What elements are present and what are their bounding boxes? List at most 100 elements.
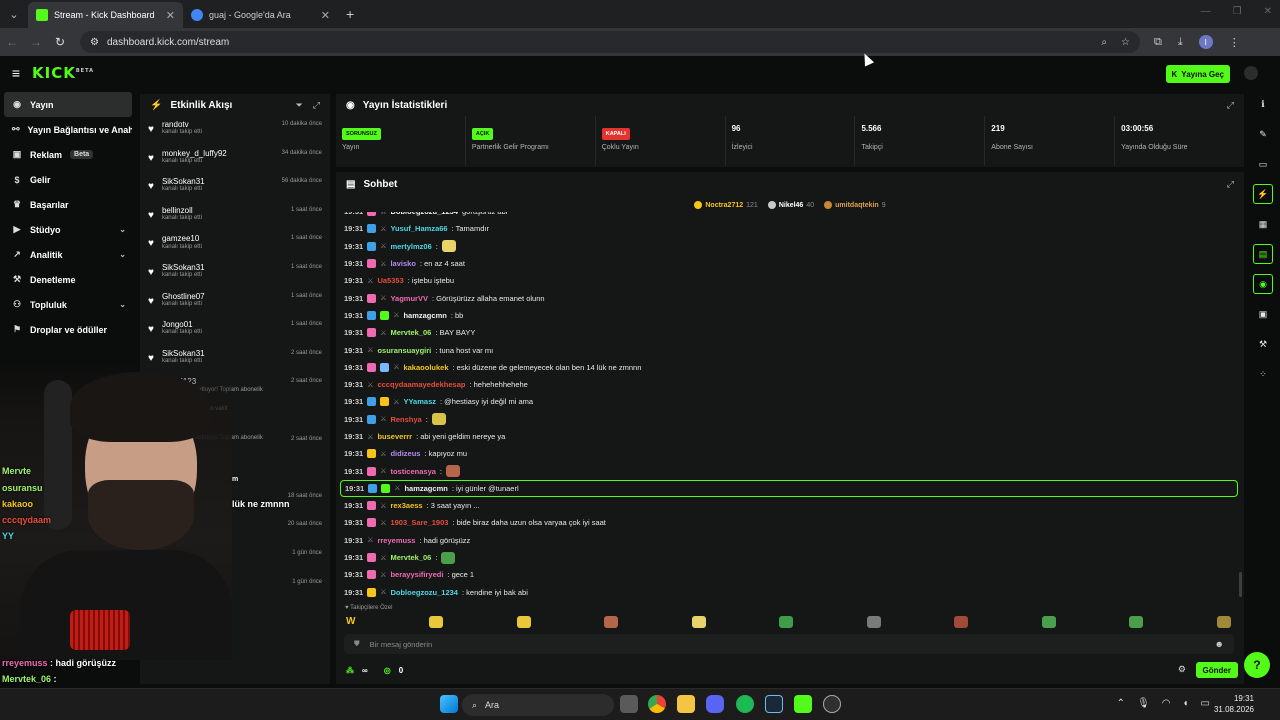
taskbar-search[interactable]: ⌕ Ara xyxy=(462,694,614,716)
go-live-button[interactable]: K Yayına Geç xyxy=(1165,65,1230,83)
mic-icon[interactable]: 🎙︎ xyxy=(1137,698,1150,709)
volume-icon[interactable]: ◖ xyxy=(1183,698,1189,709)
spotify-icon[interactable] xyxy=(736,695,754,713)
close-tab-icon[interactable]: ✕ xyxy=(166,9,175,22)
sidebar-item[interactable]: ◉ Yayın xyxy=(4,92,132,117)
close-window-icon[interactable]: ✕ xyxy=(1264,6,1272,17)
download-icon[interactable]: ⤓ xyxy=(1178,36,1183,49)
chat-username[interactable]: hamzagcmn xyxy=(404,484,447,493)
chat-username[interactable]: berayysifiryedi xyxy=(390,570,443,579)
chat-username[interactable]: osuransuaygiri xyxy=(377,346,431,355)
emote-icon[interactable] xyxy=(866,616,881,628)
menu-dots-icon[interactable]: ⋮ xyxy=(1229,36,1240,49)
maximize-icon[interactable]: ❐ xyxy=(1233,6,1242,17)
coin-icon[interactable]: ◎ xyxy=(384,666,391,675)
emote-icon[interactable] xyxy=(516,616,531,628)
chat-username[interactable]: buseverrr xyxy=(377,432,412,441)
expand-icon[interactable]: ⤢ xyxy=(313,100,320,111)
profile-avatar[interactable]: I xyxy=(1198,35,1213,49)
zoom-icon[interactable]: ⌕ xyxy=(1101,37,1107,48)
chat-username[interactable]: rreyemuss xyxy=(377,536,415,545)
new-tab-button[interactable]: + xyxy=(346,6,354,22)
chat-username[interactable]: Mervtek_06 xyxy=(390,328,431,337)
leaderboard-entry[interactable]: Nikel46 40 xyxy=(767,201,814,209)
chevron-down-icon[interactable]: ⌄ xyxy=(119,250,126,259)
activity-user[interactable]: Jongo01 xyxy=(162,320,283,329)
task-view-icon[interactable] xyxy=(620,695,638,713)
emote-icon[interactable] xyxy=(1129,616,1144,628)
steam-icon[interactable] xyxy=(765,695,783,713)
bookmark-star-icon[interactable]: ☆ xyxy=(1121,37,1130,48)
chrome-icon[interactable] xyxy=(648,695,666,713)
send-button[interactable]: Gönder xyxy=(1195,662,1238,678)
emote-icon[interactable] xyxy=(691,616,706,628)
leaderboard-entry[interactable]: Noctra2712 121 xyxy=(694,201,758,209)
obs-icon[interactable] xyxy=(823,695,841,713)
sidebar-item[interactable]: ▣ Reklam Beta xyxy=(4,142,132,167)
kick-studio-icon[interactable] xyxy=(794,695,812,713)
chat-username[interactable]: cccqydaamayedekhesap xyxy=(377,380,465,389)
chat-username[interactable]: Ua5353 xyxy=(377,276,403,285)
kick-logo[interactable]: KICKBETA xyxy=(32,64,94,82)
chat-username[interactable]: YYamasz xyxy=(403,397,436,406)
windows-start-icon[interactable] xyxy=(440,695,458,713)
chat-username[interactable]: 1903_Sare_1903 xyxy=(390,518,448,527)
back-icon[interactable]: ← xyxy=(0,35,24,49)
sidebar-item[interactable]: ⚇ Topluluk ⌄ xyxy=(4,292,132,317)
user-avatar[interactable] xyxy=(1244,66,1258,80)
queue-icon[interactable]: ▣ xyxy=(1253,304,1273,324)
extensions-icon[interactable]: ⧉ xyxy=(1154,36,1162,49)
activity-toggle-icon[interactable]: ⚡ xyxy=(1253,184,1273,204)
browser-tab-google[interactable]: guaj - Google'da Ara ✕ xyxy=(183,2,338,28)
chat-username[interactable]: didizeus xyxy=(390,449,420,458)
tools-icon[interactable]: ⚒ xyxy=(1253,334,1273,354)
emote-icon[interactable] xyxy=(604,616,619,628)
activity-user[interactable]: SikSokan31 xyxy=(162,263,283,272)
sidebar-item[interactable]: ♛ Başarılar xyxy=(4,192,132,217)
battery-icon[interactable]: ▭ xyxy=(1201,698,1210,709)
activity-user[interactable]: randotv xyxy=(162,120,274,129)
filter-icon[interactable]: ⏷ xyxy=(296,100,303,111)
emote-icon[interactable] xyxy=(1041,616,1056,628)
edit-icon[interactable]: ✎ xyxy=(1253,124,1273,144)
chevron-down-icon[interactable]: ⌄ xyxy=(119,300,126,309)
tray-chevron-icon[interactable]: ⌃ xyxy=(1117,698,1125,709)
activity-user[interactable]: monkey_d_luffy92 xyxy=(162,149,274,158)
chat-toggle-icon[interactable]: ▤ xyxy=(1253,244,1273,264)
chat-settings-icon[interactable]: ⚙ xyxy=(1178,664,1186,675)
chat-username[interactable]: hamzagcmn xyxy=(403,311,446,320)
chat-username[interactable]: kakaoolukek xyxy=(403,363,448,372)
chat-username[interactable]: mertylmz06 xyxy=(390,242,431,251)
file-explorer-icon[interactable] xyxy=(677,695,695,713)
forward-icon[interactable]: → xyxy=(24,35,48,49)
stats-toggle-icon[interactable]: ◉ xyxy=(1253,274,1273,294)
emote-icon[interactable] xyxy=(429,616,443,628)
close-tab-icon[interactable]: ✕ xyxy=(321,9,330,22)
chat-username[interactable]: Yusuf_Hamza66 xyxy=(390,224,447,233)
chat-username[interactable]: Mervtek_06 xyxy=(390,553,431,562)
kick-w-icon[interactable]: W xyxy=(346,616,355,630)
chat-username[interactable]: tosticenasya xyxy=(390,467,435,476)
help-button[interactable]: ? xyxy=(1244,652,1270,678)
preview-icon[interactable]: ▭ xyxy=(1253,154,1273,174)
activity-user[interactable]: gamzee10 xyxy=(162,234,283,243)
expand-icon[interactable]: ⤢ xyxy=(1227,179,1234,190)
hamburger-menu-icon[interactable]: ≡ xyxy=(0,65,32,81)
sidebar-item[interactable]: ⚯ Yayın Bağlantısı ve Anahtar xyxy=(4,117,132,142)
expand-icon[interactable]: ⤢ xyxy=(1227,100,1234,111)
minimize-icon[interactable]: — xyxy=(1201,6,1211,17)
chat-username[interactable]: Renshya xyxy=(390,415,421,424)
notes-icon[interactable]: ▦ xyxy=(1253,214,1273,234)
points-icon[interactable]: ⁂ xyxy=(346,666,354,675)
chat-username[interactable]: Dobloegzozu_1234 xyxy=(390,212,458,216)
browser-tab-kick[interactable]: Stream - Kick Dashboard ✕ xyxy=(28,2,183,28)
reload-icon[interactable]: ↻ xyxy=(48,35,72,49)
chat-username[interactable]: YagmurVV xyxy=(390,294,428,303)
address-bar[interactable]: ⚙ dashboard.kick.com/stream ⌕ ☆ xyxy=(80,31,1140,53)
chat-username[interactable]: rex3aess xyxy=(390,501,422,510)
emote-icon[interactable] xyxy=(779,616,794,628)
leaderboard-entry[interactable]: umitdaqtekin 9 xyxy=(824,201,886,209)
activity-user[interactable]: SikSokan31 xyxy=(162,177,274,186)
activity-user[interactable]: bellinzoll xyxy=(162,206,283,215)
emote-icon[interactable] xyxy=(954,616,969,628)
